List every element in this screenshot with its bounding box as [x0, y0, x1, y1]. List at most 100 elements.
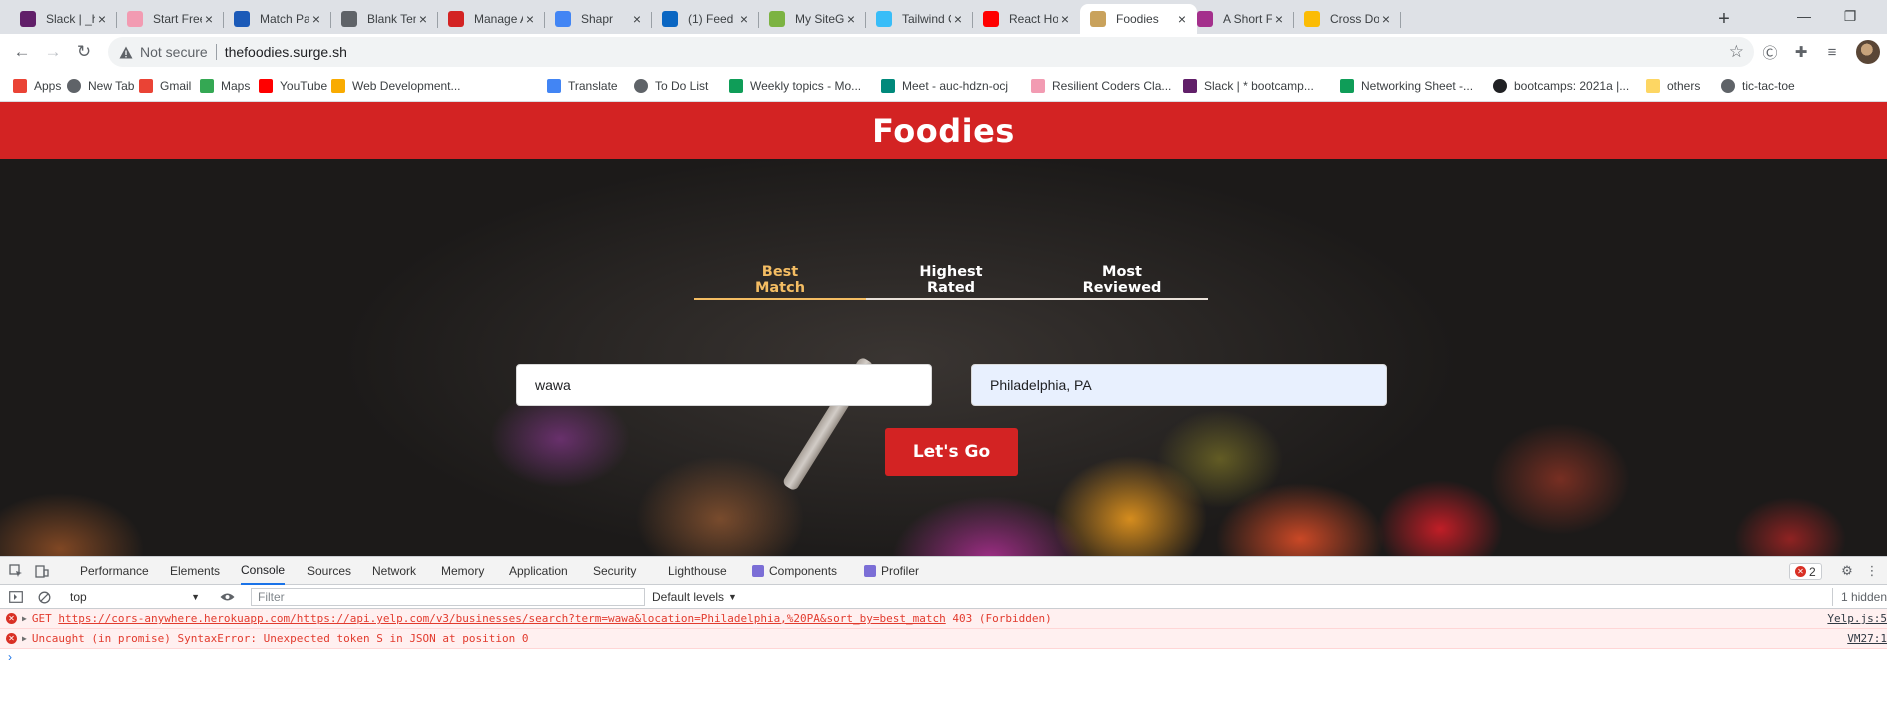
tab-close-icon[interactable]: × [630, 11, 644, 27]
bookmark-item[interactable]: Weekly topics - Mo... [729, 76, 861, 96]
expand-triangle-icon[interactable]: ▶ [22, 614, 27, 623]
browser-tab[interactable]: Foodies × [1080, 4, 1197, 34]
devtools-tab-label: Elements [170, 564, 221, 578]
warning-icon[interactable] [118, 44, 134, 60]
tab-close-icon[interactable]: × [844, 11, 858, 27]
live-expression-eye-icon[interactable] [219, 589, 235, 605]
expand-triangle-icon[interactable]: ▶ [22, 634, 27, 643]
bookmark-item[interactable]: To Do List [634, 76, 708, 96]
sidebar-toggle-icon[interactable] [8, 589, 24, 605]
source-link[interactable]: VM27:1 [1847, 632, 1887, 645]
bookmark-item[interactable]: Networking Sheet -... [1340, 76, 1473, 96]
devtools-tab-components[interactable]: Components [752, 557, 837, 585]
bookmark-item[interactable]: Translate [547, 76, 618, 96]
devtools-tab-network[interactable]: Network [372, 557, 416, 585]
tab-close-icon[interactable]: × [309, 11, 323, 27]
bookmark-item[interactable]: Resilient Coders Cla... [1031, 76, 1171, 96]
devtools-tab-sources[interactable]: Sources [307, 557, 351, 585]
log-levels-dropdown[interactable]: Default levels ▼ [652, 588, 737, 606]
minimize-button[interactable]: — [1784, 4, 1824, 28]
sort-tab-highest-rated[interactable]: Highest Rated [865, 264, 1037, 296]
tab-close-icon[interactable]: × [737, 11, 751, 27]
devtools-tab-application[interactable]: Application [509, 557, 568, 585]
security-label[interactable]: Not secure [140, 44, 208, 60]
dropdown-arrow-icon: ▼ [728, 592, 737, 602]
browser-tab[interactable]: (1) Feed | Lin× [652, 4, 759, 34]
reload-button[interactable]: ↻ [70, 38, 98, 66]
bookmark-star-icon[interactable]: ☆ [1729, 42, 1744, 62]
bookmark-item[interactable]: Apps [13, 76, 61, 96]
console-error-row[interactable]: ✕ ▶ GET https://cors-anywhere.herokuapp.… [0, 609, 1887, 629]
tab-close-icon[interactable]: × [1058, 11, 1072, 27]
devtools-tab-label: Application [509, 564, 568, 578]
browser-tab[interactable]: My SiteGrou× [759, 4, 866, 34]
bookmark-item[interactable]: New Tab [67, 76, 134, 96]
devtools-tab-console[interactable]: Console [241, 557, 286, 585]
browser-tab[interactable]: React Hooks× [973, 4, 1080, 34]
bookmark-item[interactable]: Maps [200, 76, 250, 96]
devtools-tab-profiler[interactable]: Profiler [864, 557, 919, 585]
source-link[interactable]: Yelp.js:5 [1827, 612, 1887, 625]
tab-close-icon[interactable]: × [951, 11, 965, 27]
browser-tab[interactable]: Shapr × [545, 4, 652, 34]
browser-tab[interactable]: Cross Doma× [1294, 4, 1401, 34]
bookmark-item[interactable]: others [1646, 76, 1700, 96]
tab-close-icon[interactable]: × [202, 11, 216, 27]
tab-close-icon[interactable]: × [1379, 11, 1393, 27]
url-text[interactable]: thefoodies.surge.sh [225, 44, 347, 60]
browser-tab[interactable]: Match Pairs× [224, 4, 331, 34]
browser-tab[interactable]: Manage App× [438, 4, 545, 34]
clear-console-icon[interactable] [36, 589, 52, 605]
inspect-element-icon[interactable] [8, 563, 24, 579]
address-bar[interactable]: Not secure thefoodies.surge.sh ☆ [108, 37, 1754, 67]
settings-gear-icon[interactable]: ⚙ [1839, 563, 1855, 579]
devtools-tab-memory[interactable]: Memory [441, 557, 484, 585]
browser-tab[interactable]: Blank Templ× [331, 4, 438, 34]
bookmark-item[interactable]: tic-tac-toe [1721, 76, 1795, 96]
browser-tab[interactable]: Tailwind CSS× [866, 4, 973, 34]
devtools-tab-security[interactable]: Security [593, 557, 636, 585]
tab-close-icon[interactable]: × [523, 11, 537, 27]
new-tab-button[interactable]: + [1710, 5, 1738, 33]
tab-close-icon[interactable]: × [1272, 11, 1286, 27]
restore-button[interactable]: ❐ [1830, 4, 1870, 28]
bookmark-item[interactable]: Meet - auc-hdzn-ocj [881, 76, 1008, 96]
sort-tab-best-match[interactable]: Best Match [694, 264, 866, 300]
extensions-puzzle-icon[interactable]: ✚ [1790, 41, 1812, 63]
tab-title: Match Pairs [260, 12, 309, 26]
request-url-link[interactable]: https://cors-anywhere.herokuapp.com/http… [58, 612, 945, 625]
search-term-input[interactable]: wawa [516, 364, 932, 406]
meet-icon [881, 79, 895, 93]
media-queue-icon[interactable]: ≡ [1821, 41, 1843, 63]
devtools-tab-performance[interactable]: Performance [80, 557, 149, 585]
profile-avatar[interactable] [1856, 40, 1880, 64]
browser-tab[interactable]: A Short Futu× [1187, 4, 1294, 34]
lets-go-button[interactable]: Let's Go [885, 428, 1018, 476]
bookmark-item[interactable]: Web Development... [331, 76, 461, 96]
browser-tab[interactable]: Slack | _help× [10, 4, 117, 34]
bookmark-item[interactable]: bootcamps: 2021a |... [1493, 76, 1629, 96]
devtools-tab-lighthouse[interactable]: Lighthouse [668, 557, 727, 585]
target-icon [127, 11, 143, 27]
globe-icon [67, 79, 81, 93]
context-selector[interactable]: top ▼ [66, 588, 204, 606]
back-button[interactable]: ← [8, 38, 36, 66]
error-count-badge[interactable]: ✕ 2 [1789, 563, 1822, 580]
console-error-row[interactable]: ✕ ▶ Uncaught (in promise) SyntaxError: U… [0, 629, 1887, 649]
bookmark-item[interactable]: YouTube [259, 76, 327, 96]
browser-tab[interactable]: Start Free Tr× [117, 4, 224, 34]
bookmark-item[interactable]: Gmail [139, 76, 191, 96]
devtools-tab-elements[interactable]: Elements [170, 557, 220, 585]
console-prompt[interactable]: › [8, 650, 12, 664]
tab-close-icon[interactable]: × [416, 11, 430, 27]
sort-tab-most-reviewed[interactable]: Most Reviewed [1036, 264, 1208, 296]
tab-close-icon[interactable]: × [95, 11, 109, 27]
console-filter-input[interactable]: Filter [251, 588, 645, 606]
extension-c-icon[interactable]: Ⓒ [1759, 41, 1781, 63]
forward-button[interactable]: → [39, 38, 67, 66]
bookmark-label: YouTube [280, 79, 328, 93]
bookmark-item[interactable]: Slack | * bootcamp... [1183, 76, 1314, 96]
device-toolbar-icon[interactable] [34, 563, 50, 579]
search-location-input[interactable]: Philadelphia, PA [971, 364, 1387, 406]
more-options-icon[interactable]: ⋮ [1864, 563, 1880, 579]
